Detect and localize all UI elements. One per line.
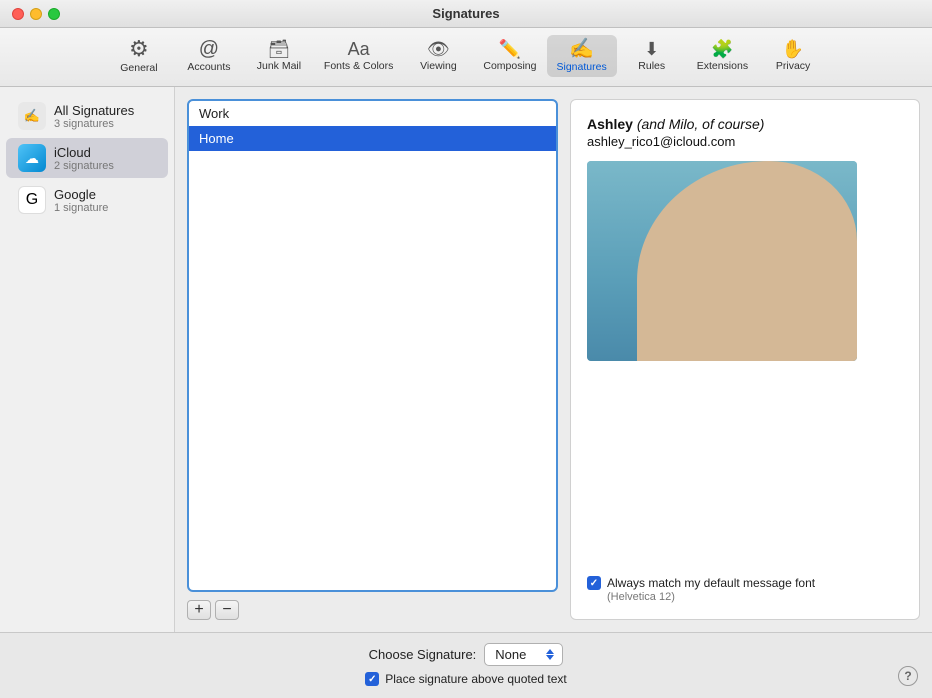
icloud-icon: ☁ bbox=[18, 144, 46, 172]
toolbar-item-fonts[interactable]: Aa Fonts & Colors bbox=[314, 36, 403, 76]
extensions-icon: 🧩 bbox=[711, 40, 733, 58]
dog-canvas-background bbox=[587, 161, 857, 361]
sidebar-name-all: All Signatures bbox=[54, 103, 134, 118]
bottom-bar: Choose Signature: None Place signature a… bbox=[0, 632, 932, 698]
font-match-label: Always match my default message font bbox=[607, 576, 815, 590]
viewing-icon: 👁 bbox=[427, 40, 450, 58]
minimize-button[interactable] bbox=[30, 8, 42, 20]
toolbar-label-junkmail: Junk Mail bbox=[257, 60, 301, 72]
signatures-icon: ✍ bbox=[569, 39, 594, 59]
select-arrow-icon bbox=[546, 649, 554, 660]
toolbar: ⚙ General @ Accounts 🗃 Junk Mail Aa Font… bbox=[0, 28, 932, 87]
sig-controls: + − bbox=[187, 600, 558, 620]
sidebar-text-all: All Signatures 3 signatures bbox=[54, 103, 134, 130]
toolbar-label-rules: Rules bbox=[638, 60, 665, 72]
font-match-row: Always match my default message font bbox=[587, 576, 815, 590]
toolbar-item-accounts[interactable]: @ Accounts bbox=[174, 35, 244, 77]
place-signature-row: Place signature above quoted text bbox=[365, 672, 566, 686]
toolbar-item-junkmail[interactable]: 🗃 Junk Mail bbox=[244, 36, 314, 76]
arrow-down-icon bbox=[546, 655, 554, 660]
sidebar-text-google: Google 1 signature bbox=[54, 187, 108, 214]
sidebar-name-google: Google bbox=[54, 187, 108, 202]
sidebar: ✍ All Signatures 3 signatures ☁ iCloud 2… bbox=[0, 87, 175, 632]
preview-name-italic: (and Milo, of course) bbox=[637, 116, 765, 132]
rules-icon: ⬇ bbox=[644, 40, 659, 58]
arrow-up-icon bbox=[546, 649, 554, 654]
place-signature-checkbox[interactable] bbox=[365, 672, 379, 686]
toolbar-item-privacy[interactable]: ✋ Privacy bbox=[758, 36, 828, 76]
choose-signature-row: Choose Signature: None bbox=[369, 643, 564, 666]
dog-image bbox=[587, 161, 857, 361]
place-signature-label: Place signature above quoted text bbox=[385, 672, 566, 686]
all-signatures-icon: ✍ bbox=[18, 102, 46, 130]
sidebar-name-icloud: iCloud bbox=[54, 145, 114, 160]
font-match-checkbox[interactable] bbox=[587, 576, 601, 590]
signature-item-work[interactable]: Work bbox=[189, 101, 556, 126]
traffic-lights bbox=[12, 8, 60, 20]
sidebar-item-google[interactable]: G Google 1 signature bbox=[6, 180, 168, 220]
toolbar-label-general: General bbox=[120, 62, 157, 74]
help-button[interactable]: ? bbox=[898, 666, 918, 686]
toolbar-item-general[interactable]: ⚙ General bbox=[104, 34, 174, 78]
close-button[interactable] bbox=[12, 8, 24, 20]
signatures-list: Work Home bbox=[187, 99, 558, 592]
center-panel: Work Home + − bbox=[175, 87, 570, 632]
choose-signature-select[interactable]: None bbox=[484, 643, 563, 666]
dog-body bbox=[637, 161, 857, 361]
sidebar-text-icloud: iCloud 2 signatures bbox=[54, 145, 114, 172]
toolbar-label-privacy: Privacy bbox=[776, 60, 810, 72]
sidebar-count-all: 3 signatures bbox=[54, 118, 134, 130]
signature-preview-email: ashley_rico1@icloud.com bbox=[587, 134, 903, 149]
signature-preview-name: Ashley (and Milo, of course) bbox=[587, 116, 903, 132]
fonts-icon: Aa bbox=[348, 40, 370, 58]
add-signature-button[interactable]: + bbox=[187, 600, 211, 620]
sidebar-item-icloud[interactable]: ☁ iCloud 2 signatures bbox=[6, 138, 168, 178]
fullscreen-button[interactable] bbox=[48, 8, 60, 20]
toolbar-label-viewing: Viewing bbox=[420, 60, 457, 72]
toolbar-item-composing[interactable]: ✏️ Composing bbox=[473, 36, 546, 76]
toolbar-label-extensions: Extensions bbox=[697, 60, 748, 72]
google-icon: G bbox=[18, 186, 46, 214]
choose-signature-label: Choose Signature: bbox=[369, 647, 477, 662]
privacy-icon: ✋ bbox=[782, 40, 804, 58]
preview-name-bold: Ashley bbox=[587, 116, 633, 132]
sidebar-count-icloud: 2 signatures bbox=[54, 160, 114, 172]
toolbar-label-accounts: Accounts bbox=[187, 61, 230, 73]
titlebar: Signatures bbox=[0, 0, 932, 28]
remove-signature-button[interactable]: − bbox=[215, 600, 239, 620]
window-title: Signatures bbox=[432, 6, 499, 21]
composing-icon: ✏️ bbox=[499, 40, 521, 58]
at-icon: @ bbox=[199, 39, 219, 59]
signature-preview-panel: Ashley (and Milo, of course) ashley_rico… bbox=[570, 99, 920, 620]
font-match-area: Always match my default message font (He… bbox=[587, 566, 903, 603]
toolbar-label-signatures: Signatures bbox=[557, 61, 607, 73]
signature-item-home[interactable]: Home bbox=[189, 126, 556, 151]
toolbar-item-extensions[interactable]: 🧩 Extensions bbox=[687, 36, 758, 76]
toolbar-item-viewing[interactable]: 👁 Viewing bbox=[403, 36, 473, 76]
junkmail-icon: 🗃 bbox=[267, 40, 290, 58]
sidebar-count-google: 1 signature bbox=[54, 202, 108, 214]
main-content: ✍ All Signatures 3 signatures ☁ iCloud 2… bbox=[0, 87, 932, 632]
choose-signature-value: None bbox=[495, 647, 526, 662]
gear-icon: ⚙ bbox=[129, 38, 149, 60]
toolbar-label-fonts: Fonts & Colors bbox=[324, 60, 393, 72]
toolbar-item-rules[interactable]: ⬇ Rules bbox=[617, 36, 687, 76]
toolbar-item-signatures[interactable]: ✍ Signatures bbox=[547, 35, 617, 77]
toolbar-label-composing: Composing bbox=[483, 60, 536, 72]
font-hint: (Helvetica 12) bbox=[607, 591, 675, 603]
sidebar-item-all-signatures[interactable]: ✍ All Signatures 3 signatures bbox=[6, 96, 168, 136]
